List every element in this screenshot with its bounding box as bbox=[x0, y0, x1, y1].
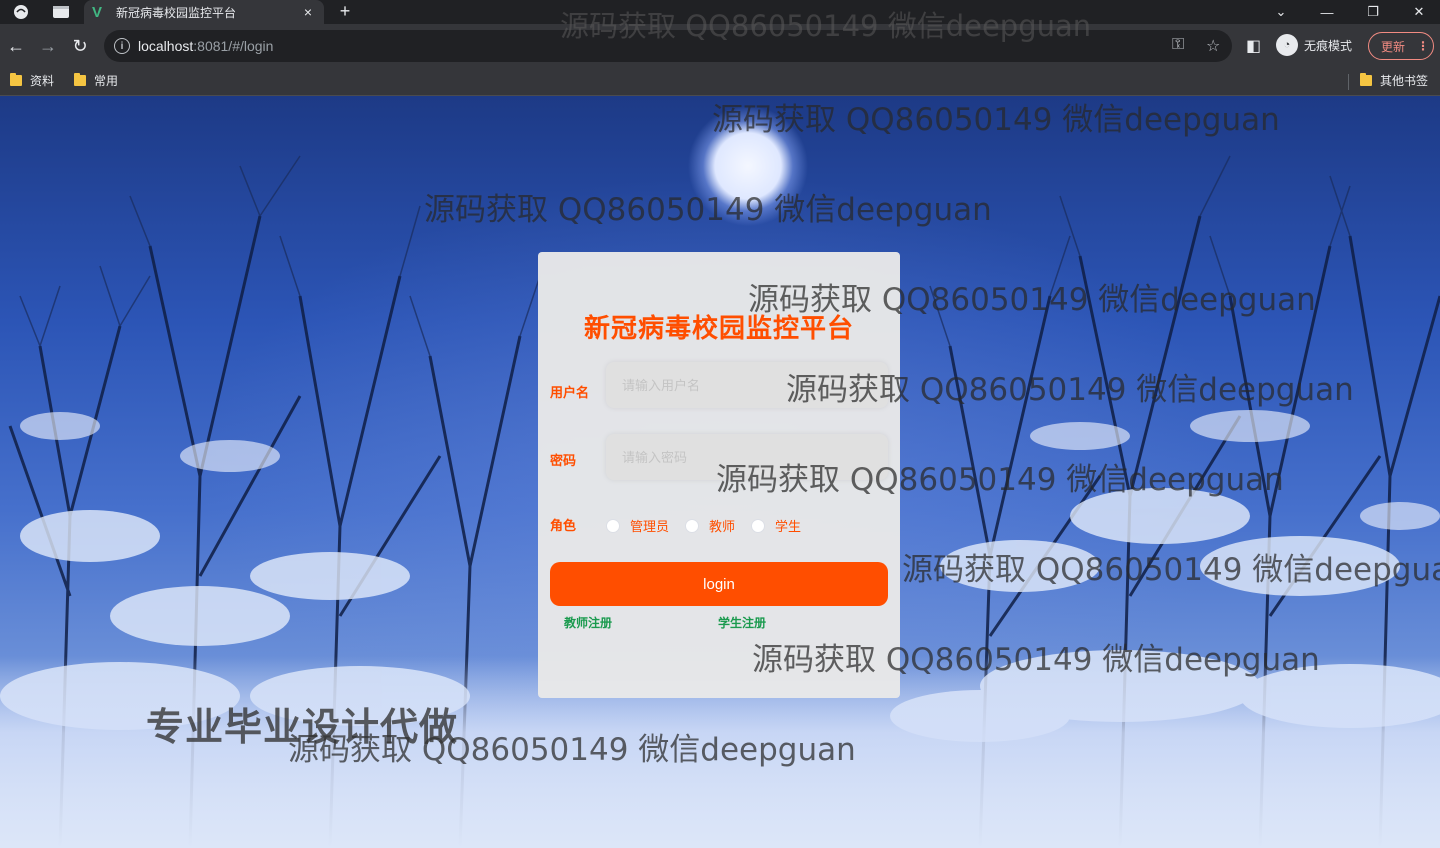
bookmarks-bar: 资料 常用 其他书签 bbox=[0, 68, 1440, 96]
bookmarks-divider bbox=[1348, 74, 1349, 90]
address-bar[interactable]: i localhost:8081/#/login ⚿ ☆ bbox=[104, 30, 1232, 62]
role-option-label: 教师 bbox=[709, 519, 736, 534]
bookmark-label: 常用 bbox=[94, 74, 119, 88]
update-button[interactable]: 更新 ⋮ bbox=[1368, 32, 1434, 60]
restore-icon[interactable]: ❐ bbox=[1350, 0, 1396, 24]
incognito-label: 无痕模式 bbox=[1304, 38, 1353, 53]
browser-menu-icon[interactable] bbox=[12, 3, 30, 21]
radio-button[interactable] bbox=[685, 518, 700, 533]
minimize-icon[interactable]: — bbox=[1304, 0, 1350, 24]
login-card: 新冠病毒校园监控平台 用户名 密码 角色 管理员 教师 学生 login 教师注… bbox=[538, 252, 900, 698]
bookmark-folder-changyong[interactable]: 常用 bbox=[74, 72, 118, 89]
other-bookmarks[interactable]: 其他书签 bbox=[1360, 72, 1428, 89]
password-input[interactable] bbox=[606, 434, 888, 480]
browser-tab-strip: V 新冠病毒校园监控平台 × + ⌄ — ❐ ✕ bbox=[0, 0, 1440, 24]
side-panel-icon[interactable]: ◧ bbox=[1246, 36, 1261, 56]
bookmark-label: 资料 bbox=[30, 74, 55, 88]
site-info-icon[interactable]: i bbox=[114, 38, 130, 54]
folder-icon bbox=[10, 73, 22, 86]
bookmark-star-icon[interactable]: ☆ bbox=[1206, 36, 1220, 56]
role-label: 角色 bbox=[550, 518, 577, 533]
forward-arrow-icon[interactable]: → bbox=[36, 34, 60, 58]
role-option-admin[interactable]: 管理员 bbox=[606, 516, 669, 535]
new-tab-button[interactable]: + bbox=[334, 1, 356, 22]
browser-toolbar: ← → ↻ i localhost:8081/#/login ⚿ ☆ ◧ ◔ 无… bbox=[0, 24, 1440, 68]
username-label: 用户名 bbox=[550, 385, 590, 400]
role-radio-group: 管理员 教师 学生 bbox=[606, 516, 817, 535]
tab-title: 新冠病毒校园监控平台 bbox=[116, 5, 237, 20]
role-option-teacher[interactable]: 教师 bbox=[685, 516, 735, 535]
tab-search-icon[interactable] bbox=[52, 3, 70, 21]
role-option-student[interactable]: 学生 bbox=[751, 516, 801, 535]
username-input[interactable] bbox=[606, 362, 888, 408]
url-text[interactable]: localhost:8081/#/login bbox=[138, 38, 273, 54]
ad-watermark: 专业毕业设计代做 bbox=[146, 705, 459, 749]
bookmark-label: 其他书签 bbox=[1380, 74, 1429, 88]
role-option-label: 学生 bbox=[775, 519, 802, 534]
back-arrow-icon[interactable]: ← bbox=[4, 34, 28, 58]
radio-button[interactable] bbox=[606, 518, 620, 533]
key-icon[interactable]: ⚿ bbox=[1172, 36, 1184, 54]
login-page-background: 新冠病毒校园监控平台 用户名 密码 角色 管理员 教师 学生 login 教师注… bbox=[0, 96, 1440, 848]
register-student-link[interactable]: 学生注册 bbox=[718, 614, 766, 631]
incognito-indicator[interactable]: ◔ 无痕模式 bbox=[1276, 34, 1352, 56]
page-title: 新冠病毒校园监控平台 bbox=[583, 313, 854, 343]
radio-button[interactable] bbox=[751, 518, 766, 533]
tab-close-icon[interactable]: × bbox=[300, 4, 316, 20]
incognito-icon: ◔ bbox=[1276, 34, 1298, 56]
bookmark-folder-ziliao[interactable]: 资料 bbox=[10, 72, 54, 89]
role-option-label: 管理员 bbox=[630, 519, 670, 534]
password-label: 密码 bbox=[550, 453, 577, 468]
vue-logo-icon: V bbox=[92, 3, 103, 21]
register-teacher-link[interactable]: 教师注册 bbox=[564, 614, 612, 631]
folder-icon bbox=[1360, 73, 1372, 86]
update-label: 更新 bbox=[1381, 39, 1406, 54]
tab-list-chevron-icon[interactable]: ⌄ bbox=[1258, 0, 1304, 24]
close-window-icon[interactable]: ✕ bbox=[1396, 0, 1440, 24]
reload-icon[interactable]: ↻ bbox=[68, 34, 92, 58]
browser-tab-active[interactable]: V 新冠病毒校园监控平台 × bbox=[84, 0, 324, 24]
login-button[interactable]: login bbox=[550, 562, 888, 606]
more-menu-icon: ⋮ bbox=[1417, 39, 1430, 53]
folder-icon bbox=[74, 73, 86, 86]
